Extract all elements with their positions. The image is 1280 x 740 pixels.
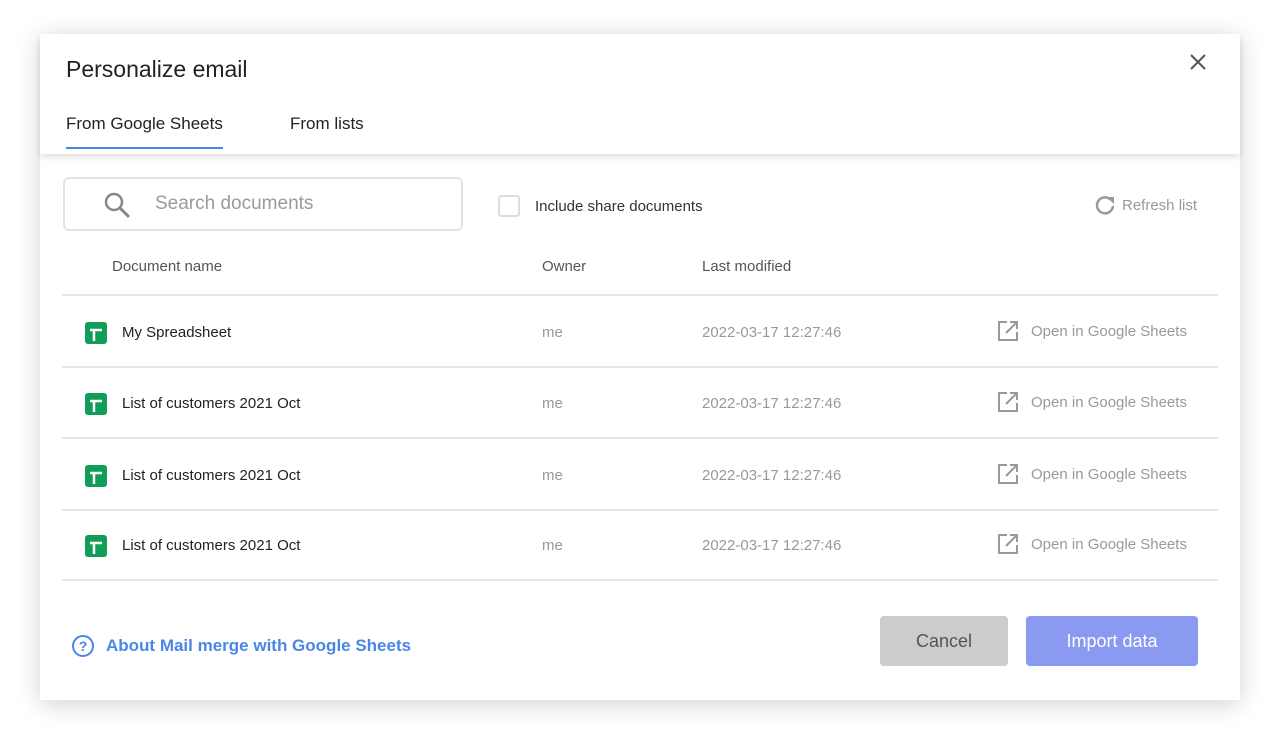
document-owner: me bbox=[542, 324, 563, 341]
open-in-google-sheets-link[interactable]: Open in Google Sheets bbox=[997, 391, 1187, 413]
include-shared-checkbox[interactable] bbox=[498, 195, 520, 217]
column-header-last-modified: Last modified bbox=[702, 258, 791, 275]
external-link-icon bbox=[997, 463, 1019, 485]
divider bbox=[62, 579, 1218, 581]
personalize-email-dialog: Personalize email From Google Sheets Fro… bbox=[40, 34, 1240, 700]
document-last-modified: 2022-03-17 12:27:46 bbox=[702, 467, 841, 484]
external-link-icon bbox=[997, 533, 1019, 555]
google-sheets-icon bbox=[85, 465, 107, 487]
dialog-title: Personalize email bbox=[66, 56, 248, 83]
column-header-owner: Owner bbox=[542, 258, 586, 275]
document-name[interactable]: List of customers 2021 Oct bbox=[122, 395, 300, 412]
help-link[interactable]: ? About Mail merge with Google Sheets bbox=[71, 634, 411, 658]
include-shared-label: Include share documents bbox=[535, 198, 703, 215]
document-last-modified: 2022-03-17 12:27:46 bbox=[702, 324, 841, 341]
svg-text:?: ? bbox=[79, 638, 88, 654]
import-data-button[interactable]: Import data bbox=[1026, 616, 1198, 666]
external-link-icon bbox=[997, 391, 1019, 413]
tab-from-google-sheets[interactable]: From Google Sheets bbox=[66, 114, 223, 149]
column-header-document-name: Document name bbox=[112, 258, 222, 275]
open-in-google-sheets-label: Open in Google Sheets bbox=[1031, 466, 1187, 483]
open-in-google-sheets-label: Open in Google Sheets bbox=[1031, 536, 1187, 553]
search-input[interactable] bbox=[155, 191, 445, 217]
document-owner: me bbox=[542, 395, 563, 412]
search-box[interactable] bbox=[63, 177, 463, 231]
document-name[interactable]: List of customers 2021 Oct bbox=[122, 537, 300, 554]
table-row[interactable]: List of customers 2021 Oct me 2022-03-17… bbox=[62, 439, 1218, 509]
google-sheets-icon bbox=[85, 393, 107, 415]
google-sheets-icon bbox=[85, 535, 107, 557]
tab-from-lists[interactable]: From lists bbox=[290, 114, 364, 134]
document-owner: me bbox=[542, 467, 563, 484]
cancel-button[interactable]: Cancel bbox=[880, 616, 1008, 666]
google-sheets-icon bbox=[85, 322, 107, 344]
document-name[interactable]: List of customers 2021 Oct bbox=[122, 467, 300, 484]
document-name[interactable]: My Spreadsheet bbox=[122, 324, 231, 341]
open-in-google-sheets-link[interactable]: Open in Google Sheets bbox=[997, 320, 1187, 342]
document-last-modified: 2022-03-17 12:27:46 bbox=[702, 537, 841, 554]
table-row[interactable]: My Spreadsheet me 2022-03-17 12:27:46 Op… bbox=[62, 296, 1218, 366]
refresh-list-button[interactable]: Refresh list bbox=[1094, 194, 1197, 216]
help-link-label: About Mail merge with Google Sheets bbox=[106, 636, 411, 656]
open-in-google-sheets-label: Open in Google Sheets bbox=[1031, 323, 1187, 340]
refresh-icon bbox=[1094, 194, 1116, 216]
open-in-google-sheets-label: Open in Google Sheets bbox=[1031, 394, 1187, 411]
document-last-modified: 2022-03-17 12:27:46 bbox=[702, 395, 841, 412]
dialog-header: Personalize email From Google Sheets Fro… bbox=[40, 34, 1240, 154]
table-row[interactable]: List of customers 2021 Oct me 2022-03-17… bbox=[62, 367, 1218, 437]
open-in-google-sheets-link[interactable]: Open in Google Sheets bbox=[997, 463, 1187, 485]
close-icon[interactable] bbox=[1186, 50, 1210, 74]
refresh-list-label: Refresh list bbox=[1122, 197, 1197, 214]
help-icon: ? bbox=[71, 634, 95, 658]
document-owner: me bbox=[542, 537, 563, 554]
table-row[interactable]: List of customers 2021 Oct me 2022-03-17… bbox=[62, 509, 1218, 579]
external-link-icon bbox=[997, 320, 1019, 342]
search-icon bbox=[103, 191, 131, 219]
open-in-google-sheets-link[interactable]: Open in Google Sheets bbox=[997, 533, 1187, 555]
